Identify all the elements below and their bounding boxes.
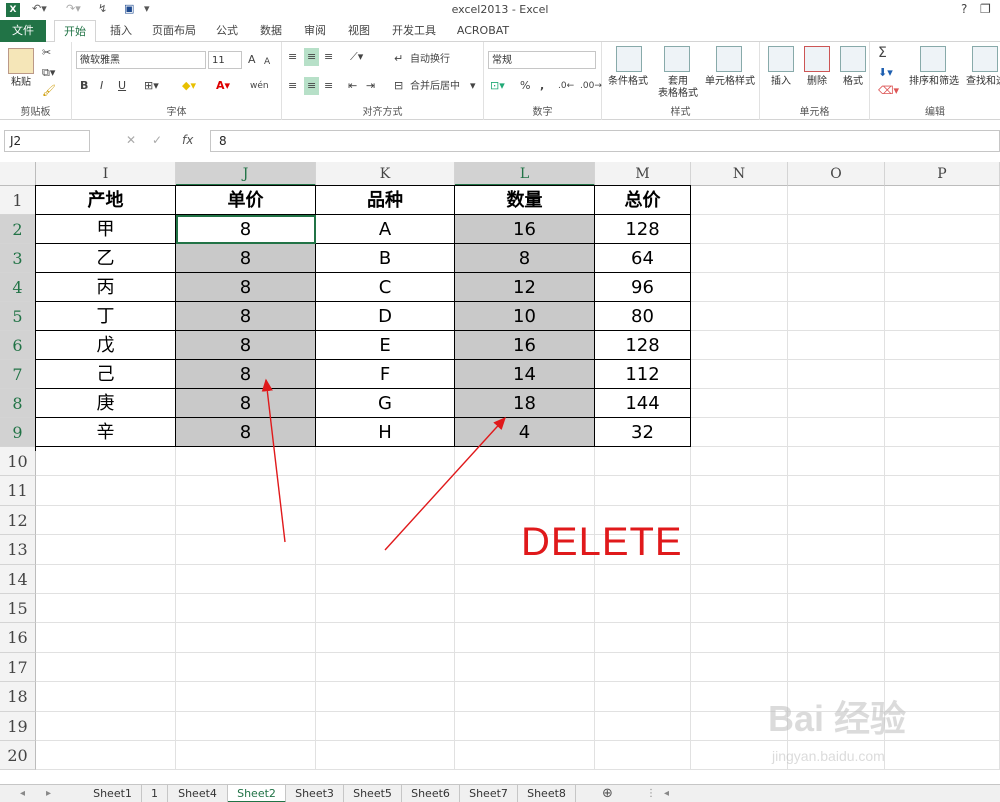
excel-window: X ↶▾ ↷▾ ↯ ▣ ▾ excel2013 - Excel ? ❐ 文件 开… — [0, 0, 1000, 802]
arrow-to-quantity-column — [384, 416, 506, 551]
sheet-tab-sheet4[interactable]: Sheet4 — [168, 785, 228, 802]
baidu-watermark: Bai 经验 jingyan.baidu.com — [768, 690, 1000, 780]
sheet-tab-sheet8[interactable]: Sheet8 — [518, 785, 576, 802]
sheet-tab-sheet2[interactable]: Sheet2 — [228, 785, 286, 802]
sheet-tab-sheet3[interactable]: Sheet3 — [286, 785, 344, 802]
delete-annotation: DELETE — [521, 520, 683, 564]
sheet-tab-sheet1[interactable]: Sheet1 — [84, 785, 142, 802]
prev-sheet-icon[interactable]: ◂ — [20, 785, 25, 802]
sheet-tab-bar: ◂ ▸ Sheet1 1 Sheet4 Sheet2 Sheet3 Sheet5… — [0, 784, 1000, 802]
sheet-tab-1[interactable]: 1 — [142, 785, 168, 802]
next-sheet-icon[interactable]: ▸ — [46, 785, 51, 802]
add-sheet-icon[interactable]: ⊕ — [602, 785, 613, 802]
arrow-to-price-column — [261, 378, 286, 543]
sheet-tab-sheet7[interactable]: Sheet7 — [460, 785, 518, 802]
scroll-left-icon[interactable]: ◂ — [664, 785, 669, 802]
sheet-tab-sheet5[interactable]: Sheet5 — [344, 785, 402, 802]
watermark-brand: Bai 经验 — [768, 698, 907, 739]
annotation-arrows — [261, 378, 506, 551]
watermark-url: jingyan.baidu.com — [772, 748, 885, 764]
sheet-tab-sheet6[interactable]: Sheet6 — [402, 785, 460, 802]
tabbar-menu-icon[interactable]: ⋮ — [646, 785, 656, 802]
